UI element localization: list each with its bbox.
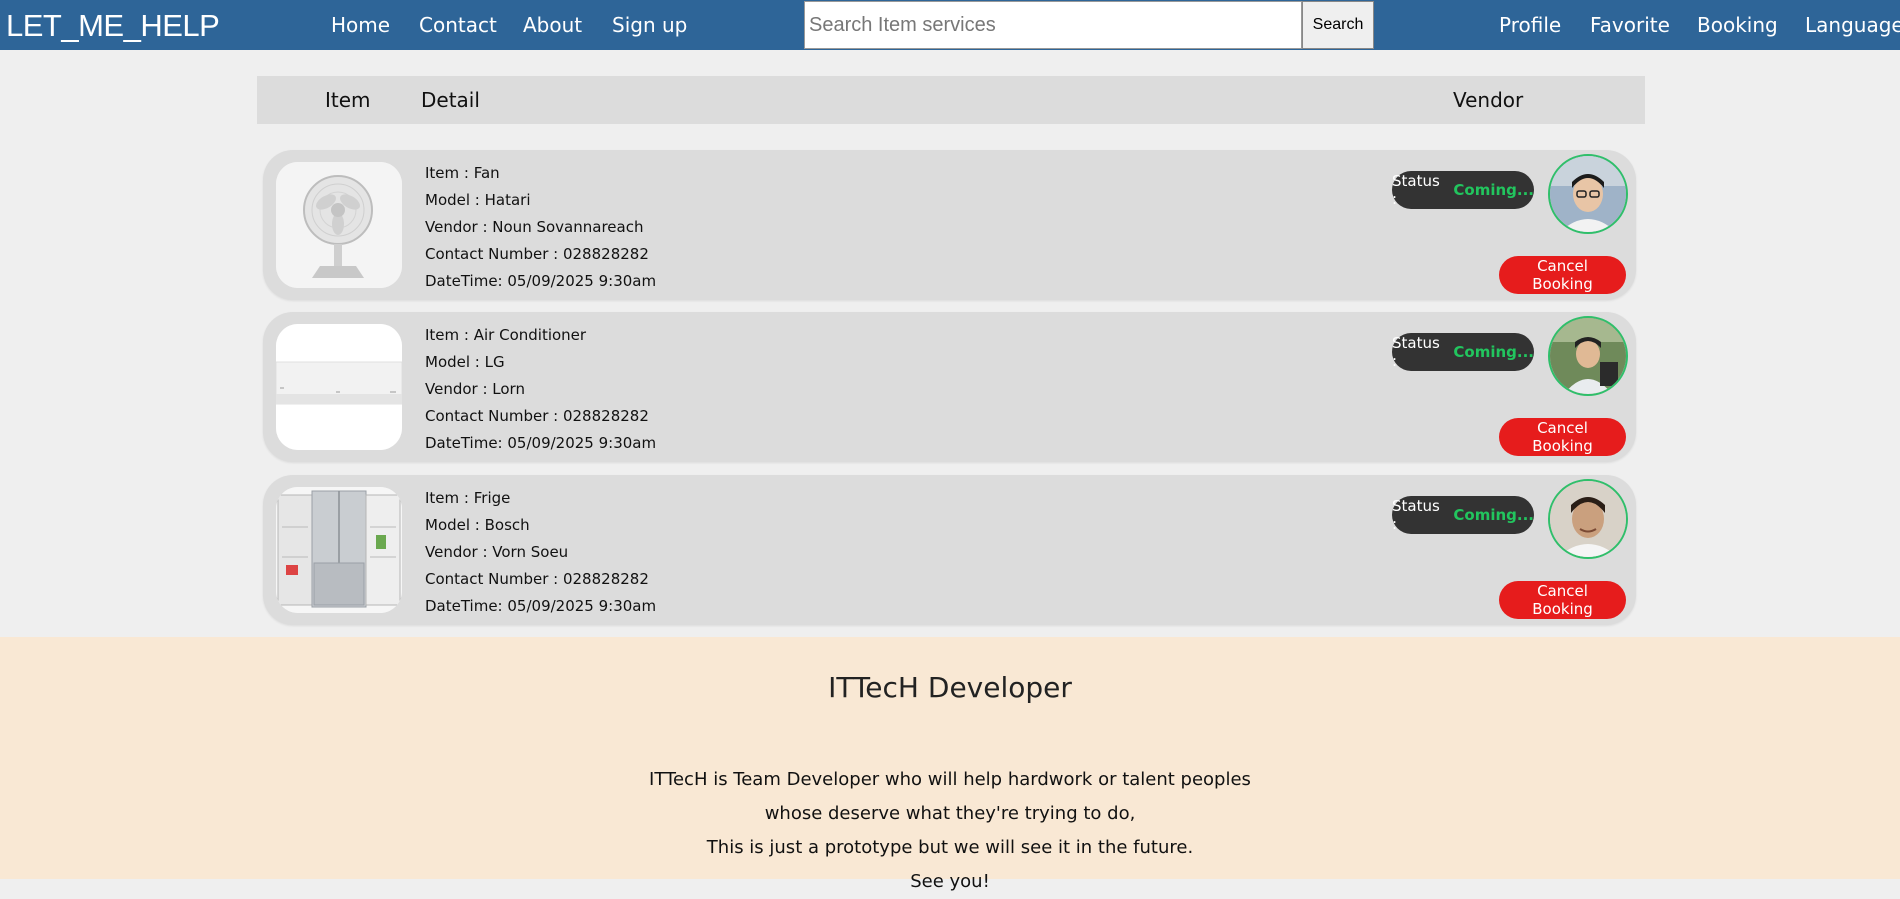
detail-item: Item : Fan xyxy=(425,164,500,182)
nav-booking-link[interactable]: Booking xyxy=(1697,13,1778,37)
item-image-fridge xyxy=(276,487,402,613)
footer: ITTecH Developer ITTecH is Team Develope… xyxy=(0,637,1900,892)
nav-signup-link[interactable]: Sign up xyxy=(612,13,687,37)
detail-datetime: DateTime: 05/09/2025 9:30am xyxy=(425,272,657,290)
footer-title: ITTecH Developer xyxy=(828,671,1072,704)
top-navbar: LET_ME_HELP Home Contact About Sign up S… xyxy=(0,0,1900,50)
vendor-avatar[interactable] xyxy=(1548,479,1628,559)
booking-table-header: Item Detail Vendor xyxy=(257,76,1645,124)
vendor-avatar[interactable] xyxy=(1548,316,1628,396)
status-badge: Status : Coming... xyxy=(1392,496,1534,534)
footer-line: ITTecH is Team Developer who will help h… xyxy=(649,769,1251,790)
booking-row: Item : Fan Model : Hatari Vendor : Noun … xyxy=(263,150,1636,300)
footer-line: This is just a prototype but we will see… xyxy=(706,837,1194,858)
detail-vendor: Vendor : Vorn Soeu xyxy=(425,543,569,561)
detail-contact: Contact Number : 028828282 xyxy=(425,407,649,425)
nav-profile-link[interactable]: Profile xyxy=(1499,13,1561,37)
detail-item: Item : Frige xyxy=(425,489,511,507)
item-image-air-conditioner xyxy=(276,324,402,450)
vendor-avatar[interactable] xyxy=(1548,154,1628,234)
search-button[interactable]: Search xyxy=(1302,1,1374,49)
detail-model: Model : Bosch xyxy=(425,516,530,534)
status-badge: Status : Coming... xyxy=(1392,171,1534,209)
booking-details: Item : Frige Model : Bosch Vendor : Vorn… xyxy=(425,485,656,620)
footer-line: whose deserve what they're trying to do, xyxy=(764,803,1136,824)
detail-contact: Contact Number : 028828282 xyxy=(425,245,649,263)
detail-vendor: Vendor : Lorn xyxy=(425,380,525,398)
status-value: Coming... xyxy=(1453,506,1534,524)
cancel-booking-button[interactable]: Cancel Booking xyxy=(1499,581,1626,619)
nav-about-link[interactable]: About xyxy=(523,13,582,37)
booking-details: Item : Fan Model : Hatari Vendor : Noun … xyxy=(425,160,656,295)
status-label: Status : xyxy=(1392,334,1440,370)
detail-datetime: DateTime: 05/09/2025 9:30am xyxy=(425,434,657,452)
status-value: Coming... xyxy=(1453,343,1534,361)
brand-logo[interactable]: LET_ME_HELP xyxy=(6,8,220,44)
status-label: Status : xyxy=(1392,497,1440,533)
item-image-fan xyxy=(276,162,402,288)
header-vendor: Vendor xyxy=(1453,88,1524,112)
detail-datetime: DateTime: 05/09/2025 9:30am xyxy=(425,597,657,615)
booking-row: Item : Frige Model : Bosch Vendor : Vorn… xyxy=(263,475,1636,625)
nav-home-link[interactable]: Home xyxy=(331,13,390,37)
detail-vendor: Vendor : Noun Sovannareach xyxy=(425,218,644,236)
detail-contact: Contact Number : 028828282 xyxy=(425,570,649,588)
detail-item: Item : Air Conditioner xyxy=(425,326,587,344)
booking-row: Item : Air Conditioner Model : LG Vendor… xyxy=(263,312,1636,462)
search-input[interactable] xyxy=(804,1,1302,49)
nav-contact-link[interactable]: Contact xyxy=(419,13,497,37)
status-badge: Status : Coming... xyxy=(1392,333,1534,371)
header-detail: Detail xyxy=(421,88,480,112)
status-value: Coming... xyxy=(1453,181,1534,199)
nav-favorite-link[interactable]: Favorite xyxy=(1590,13,1670,37)
detail-model: Model : LG xyxy=(425,353,505,371)
cancel-booking-button[interactable]: Cancel Booking xyxy=(1499,256,1626,294)
detail-model: Model : Hatari xyxy=(425,191,531,209)
booking-details: Item : Air Conditioner Model : LG Vendor… xyxy=(425,322,656,457)
header-item: Item xyxy=(325,88,371,112)
footer-line: See you! xyxy=(910,871,990,892)
cancel-booking-button[interactable]: Cancel Booking xyxy=(1499,418,1626,456)
status-label: Status : xyxy=(1392,172,1440,208)
nav-language-link[interactable]: Language xyxy=(1805,13,1900,37)
